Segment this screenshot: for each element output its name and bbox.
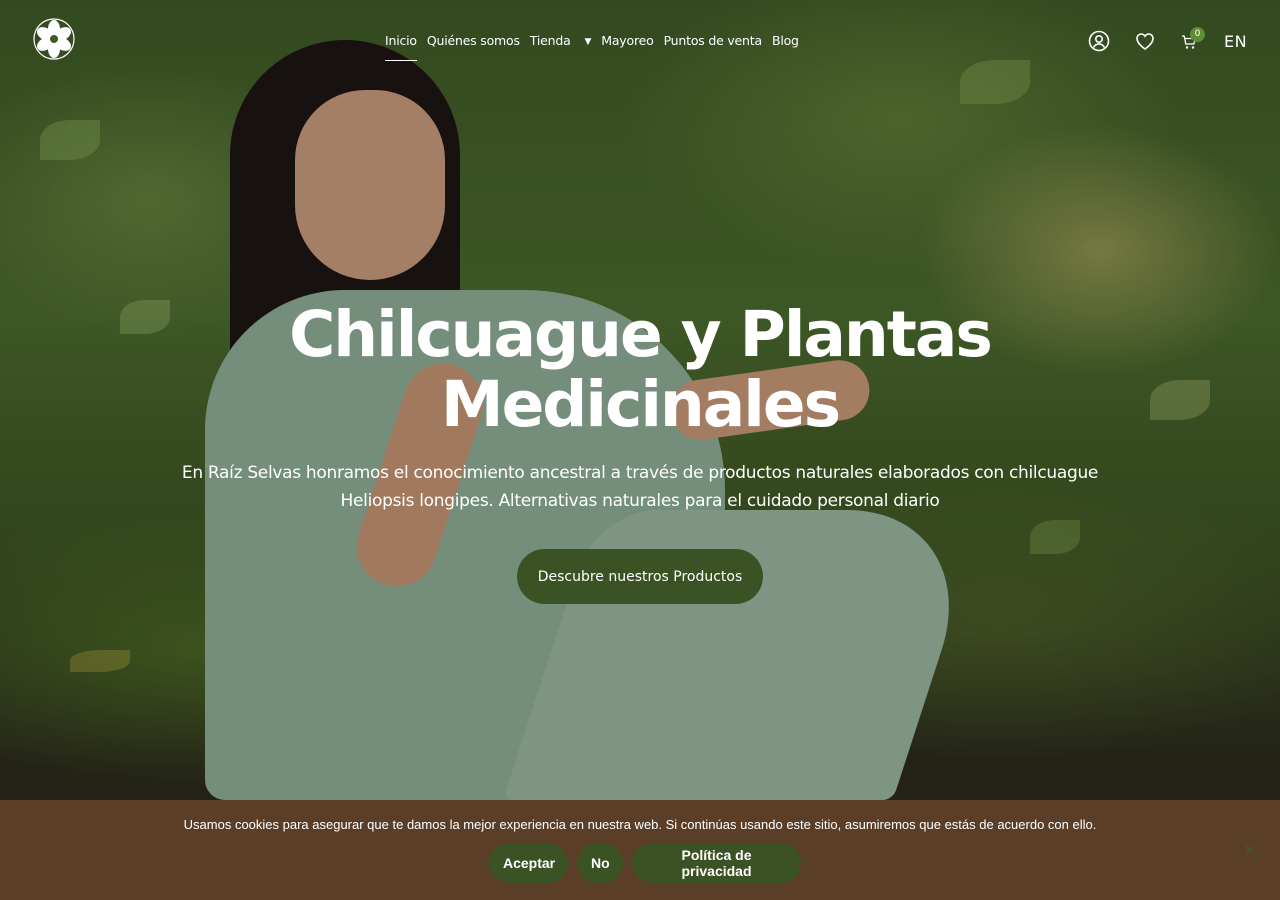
privacy-policy-button[interactable]: Política de privacidad	[632, 843, 801, 883]
chevron-down-icon[interactable]: ▼	[585, 37, 592, 47]
nav-item-blog[interactable]: Blog	[772, 33, 799, 48]
site-header: Inicio Quiénes somos Tienda ▼ Mayoreo Pun…	[0, 0, 1280, 84]
language-switch[interactable]: EN	[1224, 32, 1247, 51]
hero-subtitle-line-2: Heliopsis longipes. Alternativas natural…	[340, 491, 940, 511]
nav-item-mayoreo[interactable]: Mayoreo	[601, 33, 653, 48]
nav-item-tienda[interactable]: Tienda ▼	[529, 33, 592, 48]
nav-item-quienes-somos[interactable]: Quiénes somos	[427, 33, 520, 48]
hero-subtitle: En Raíz Selvas honramos el conocimiento …	[150, 459, 1130, 515]
accept-cookies-button[interactable]: Aceptar	[489, 843, 568, 883]
close-icon[interactable]: ✕	[1241, 842, 1259, 860]
cart-icon[interactable]: 0	[1181, 27, 1205, 52]
cookie-banner: Usamos cookies para asegurar que te damo…	[0, 800, 1280, 900]
nav-item-tienda-label: Tienda	[529, 33, 571, 48]
user-icon[interactable]	[1088, 30, 1110, 52]
nav-item-inicio[interactable]: Inicio	[385, 33, 417, 61]
cookie-message: Usamos cookies para asegurar que te damo…	[183, 817, 1097, 832]
logo-icon[interactable]	[33, 18, 75, 60]
cookie-actions: Aceptar No Política de privacidad	[489, 843, 801, 883]
heart-icon[interactable]	[1134, 30, 1156, 52]
hero-background	[0, 0, 1280, 900]
hero-title-line-1: Chilcuague y Plantas	[289, 298, 993, 371]
hero-title: Chilcuague y Plantas Medicinales	[240, 300, 1040, 440]
decline-cookies-button[interactable]: No	[577, 843, 623, 883]
discover-products-button[interactable]: Descubre nuestros Productos	[517, 549, 763, 604]
main-nav: Inicio Quiénes somos Tienda ▼ Mayoreo Pun…	[385, 33, 809, 61]
nav-item-puntos-de-venta[interactable]: Puntos de venta	[664, 33, 763, 48]
cart-count-badge: 0	[1190, 27, 1205, 42]
hero-title-line-2: Medicinales	[440, 368, 841, 441]
header-actions: 0 EN	[1088, 27, 1247, 52]
hero-subtitle-line-1: En Raíz Selvas honramos el conocimiento …	[181, 463, 1099, 483]
